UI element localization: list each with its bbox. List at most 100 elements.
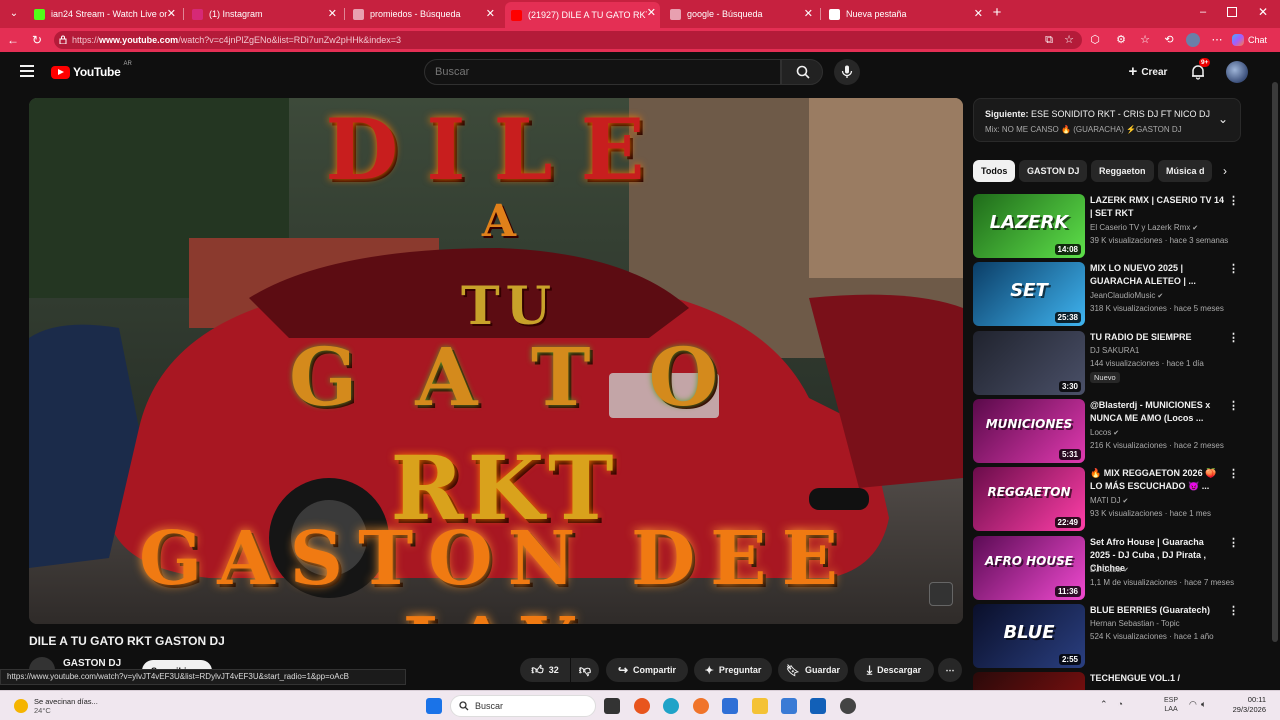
browser-tab[interactable]: Nueva pestaña ✕ (823, 3, 987, 25)
recommendation-title[interactable]: TECHENGUE VOL.1 / (1090, 672, 1225, 685)
close-tab-icon[interactable]: ✕ (974, 7, 983, 20)
filter-chip[interactable]: Música d (1158, 160, 1212, 182)
more-vertical-icon[interactable]: ⋮ (1228, 606, 1239, 617)
notifications-button[interactable]: 9+ (1188, 58, 1211, 82)
recommendation-item[interactable]: SET 25:38 MIX LO NUEVO 2025 | GUARACHA ALE… (973, 262, 1243, 326)
search-button[interactable] (781, 59, 823, 85)
video-thumbnail[interactable]: AFRO HOUSE 11:36 (973, 536, 1085, 600)
recommendation-item[interactable]: AFRO HOUSE 11:36 Set Afro House | Guaracha… (973, 536, 1243, 600)
video-thumbnail[interactable]: 3:30 (973, 331, 1085, 395)
search-input[interactable] (424, 59, 781, 85)
like-button[interactable]: 👍︎ 32 (520, 658, 570, 682)
video-thumbnail[interactable]: BLUE 2:55 (973, 604, 1085, 668)
youtube-logo[interactable]: YouTube AR (51, 61, 132, 80)
restore-button[interactable] (1227, 7, 1237, 17)
recommendation-channel[interactable]: Hernan Sebastian - Topic (1090, 619, 1180, 628)
microsoft-store-icon[interactable] (781, 698, 797, 714)
back-button[interactable]: ← (5, 32, 21, 48)
clock[interactable]: 00:11 29/3/2026 (1218, 695, 1266, 715)
favorite-star-icon[interactable]: ☆ (1062, 33, 1076, 47)
video-thumbnail[interactable]: MUNICIONES 5:31 (973, 399, 1085, 463)
channel-watermark[interactable] (929, 582, 953, 606)
minimize-button[interactable]: – (1196, 6, 1210, 20)
task-view-icon[interactable] (604, 698, 620, 714)
share-button[interactable]: ↪ Compartir (606, 658, 688, 682)
extensions-icon[interactable]: ⬡ (1088, 33, 1102, 47)
taskbar-search[interactable]: Buscar (450, 695, 596, 717)
more-menu-icon[interactable]: ⋯ (1210, 33, 1224, 47)
recommendation-title[interactable]: TU RADIO DE SIEMPRE (1090, 331, 1225, 344)
recommendation-channel[interactable]: DJ SAKURA1 (1090, 346, 1139, 355)
recommendation-title[interactable]: BLUE BERRIES (Guaratech) (1090, 604, 1225, 617)
close-tab-icon[interactable]: ✕ (328, 7, 337, 20)
browser-tab[interactable]: (21927) DILE A TU GATO RKT ✕ (505, 2, 660, 28)
more-actions-button[interactable]: ⋯ (938, 658, 962, 682)
filter-chip[interactable]: Todos (973, 160, 1016, 182)
create-button[interactable]: + Crear (1122, 60, 1174, 84)
filter-chip[interactable]: Reggaeton (1091, 160, 1154, 182)
weather-widget[interactable]: Se avecinan días... 24°C (14, 695, 98, 717)
install-app-icon[interactable]: ⧉ (1042, 33, 1056, 47)
recommendation-item[interactable]: LAZERK 14:08 LAZERK RMX | CASERIO TV 14 | … (973, 194, 1243, 258)
recommendation-item[interactable]: MUNICIONES 5:31 @Blasterdj - MUNICIONES x … (973, 399, 1243, 463)
dislike-button[interactable]: 👎︎ (571, 658, 599, 682)
app-icon[interactable] (840, 698, 856, 714)
recommendation-channel[interactable]: Locos ✔ (1090, 428, 1119, 437)
chips-next-arrow-icon[interactable]: › (1218, 162, 1232, 180)
save-button[interactable]: 🔖︎ Guardar (778, 658, 848, 682)
url-bar[interactable]: https://www.youtube.com/watch?v=c4jnPlZg… (54, 31, 1082, 49)
recommendation-channel[interactable]: MATI DJ ✔ (1090, 496, 1128, 505)
reload-button[interactable]: ↻ (29, 32, 45, 48)
firefox-icon-2[interactable] (693, 698, 709, 714)
browser-tab[interactable]: ian24 Stream - Watch Live on Kick✕ (28, 3, 180, 25)
video-thumbnail[interactable]: LAZERK 14:08 (973, 194, 1085, 258)
close-tab-icon[interactable]: ✕ (167, 7, 176, 20)
video-thumbnail[interactable]: SET 25:38 (973, 262, 1085, 326)
edge-icon[interactable] (663, 698, 679, 714)
browser-tab[interactable]: promiedos - Búsqueda ✕ (347, 3, 499, 25)
more-vertical-icon[interactable]: ⋮ (1228, 538, 1239, 549)
tab-actions-chevron-icon[interactable]: ⌄ (6, 6, 22, 22)
more-vertical-icon[interactable]: ⋮ (1228, 333, 1239, 344)
start-menu-icon[interactable] (426, 698, 442, 714)
recommendation-item[interactable]: BLUE 2:55 BLUE BERRIES (Guaratech) Hernan S… (973, 604, 1243, 668)
firefox-icon[interactable] (634, 698, 650, 714)
channel-name[interactable]: GASTON DJ (63, 658, 121, 669)
recommendation-title[interactable]: LAZERK RMX | CASERIO TV 14 | SET RKT (1090, 194, 1225, 220)
account-avatar[interactable] (1226, 61, 1248, 83)
recommendation-channel[interactable]: JeanClaudioMusic ✔ (1090, 291, 1163, 300)
recommendation-item[interactable]: REGGAETON 22:49 🔥 MIX REGGAETON 2026 🍑 LO … (973, 467, 1243, 531)
recommendation-channel[interactable]: DJ Cuba ✔ (1090, 565, 1129, 574)
video-thumbnail[interactable]: REGGAETON 22:49 (973, 467, 1085, 531)
close-tab-icon[interactable]: ✕ (647, 6, 656, 19)
video-player[interactable]: DILE A TU GATO RKT GASTON DEE JAY (29, 98, 963, 624)
filter-chip[interactable]: GASTON DJ (1019, 160, 1088, 182)
page-scrollbar[interactable] (1270, 52, 1280, 690)
favorites-icon[interactable]: ☆ (1138, 33, 1152, 47)
recommendation-title[interactable]: @Blasterdj - MUNICIONES x NUNCA ME AMO (… (1090, 399, 1225, 425)
collections-icon[interactable]: ⟲ (1162, 33, 1176, 47)
recommendation-item[interactable]: 3:30 TU RADIO DE SIEMPRE DJ SAKURA1 144 vis… (973, 331, 1243, 395)
close-window-button[interactable]: ✕ (1256, 5, 1270, 19)
browser-tab[interactable]: google - Búsqueda ✕ (664, 3, 817, 25)
site-info-icon[interactable] (59, 35, 67, 44)
system-tray[interactable]: ⌃ ◔ (1100, 699, 1123, 713)
split-screen-icon[interactable]: ⚙ (1114, 33, 1128, 47)
ask-button[interactable]: ✦ Preguntar (694, 658, 772, 682)
close-tab-icon[interactable]: ✕ (804, 7, 813, 20)
store-icon[interactable] (722, 698, 738, 714)
guide-menu-icon[interactable] (20, 65, 34, 77)
more-vertical-icon[interactable]: ⋮ (1228, 196, 1239, 207)
copilot-chat-button[interactable]: Chat (1232, 32, 1267, 48)
chevron-down-icon[interactable]: ⌄ (1218, 112, 1228, 126)
recommendation-title[interactable]: MIX LO NUEVO 2025 | GUARACHA ALETEO | ..… (1090, 262, 1225, 288)
up-next-panel[interactable]: Siguiente: ESE SONIDITO RKT - CRIS DJ FT… (973, 98, 1241, 142)
more-vertical-icon[interactable]: ⋮ (1228, 401, 1239, 412)
voice-search-button[interactable] (834, 59, 860, 85)
recommendation-title[interactable]: 🔥 MIX REGGAETON 2026 🍑 LO MÁS ESCUCHADO … (1090, 467, 1225, 493)
recommendation-channel[interactable]: El Caserio TV y Lazerk Rmx ✔ (1090, 223, 1198, 232)
download-button[interactable]: ⤓ Descargar (854, 658, 934, 682)
more-vertical-icon[interactable]: ⋮ (1228, 264, 1239, 275)
profile-avatar-icon[interactable] (1186, 33, 1200, 47)
browser-tab[interactable]: (1) Instagram ✕ (186, 3, 341, 25)
